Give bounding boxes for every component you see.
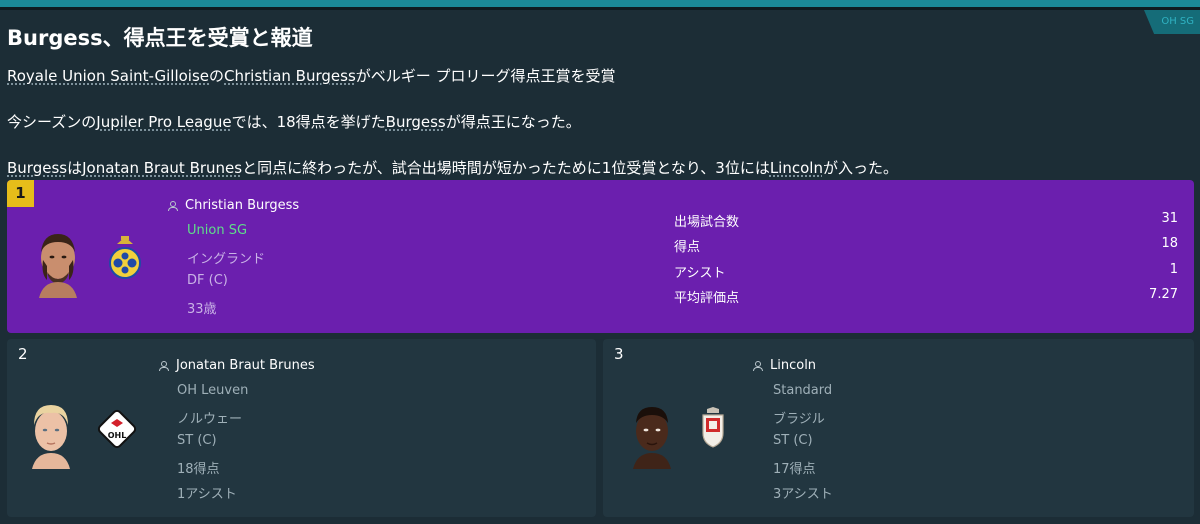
runner-up-nationality: ブラジル xyxy=(773,412,825,427)
news-text: では、18得点を挙げた xyxy=(231,113,386,131)
corner-tab[interactable]: OH SG xyxy=(1144,10,1200,34)
player-portrait xyxy=(633,407,671,469)
news-text: の xyxy=(209,67,225,85)
news-line-2: 今シーズンのJupiler Pro Leagueでは、18得点を挙げたBurge… xyxy=(7,111,581,132)
news-line-3: BurgessはJonatan Braut Brunesと同点に終わったが、試合… xyxy=(7,157,898,178)
news-link[interactable]: Lincoln xyxy=(770,159,823,177)
club-crest-union-sg xyxy=(109,236,141,279)
runner-up-assists: 3アシスト xyxy=(773,487,833,502)
runner-up-goals: 17得点 xyxy=(773,462,816,477)
news-link[interactable]: Jonatan Braut Brunes xyxy=(82,159,242,177)
club-crest-oh-leuven: OHL xyxy=(97,409,137,449)
news-link[interactable]: Royale Union Saint-Gilloise xyxy=(7,67,209,85)
runner-up-name[interactable]: Jonatan Braut Brunes xyxy=(159,358,315,373)
rank-badge: 1 xyxy=(7,180,34,207)
news-text: がベルギー プロリーグ得点王賞を受賞 xyxy=(355,67,616,85)
stat-label-apps: 出場試合数 xyxy=(674,215,740,230)
club-crest-standard xyxy=(702,407,724,448)
stat-label-rating: 平均評価点 xyxy=(674,291,740,306)
runner-up-club[interactable]: OH Leuven xyxy=(177,383,248,398)
news-link[interactable]: Jupiler Pro League xyxy=(96,113,231,131)
winner-club[interactable]: Union SG xyxy=(187,223,247,238)
runner-up-name-text[interactable]: Lincoln xyxy=(770,358,816,373)
runner-up-position: ST (C) xyxy=(773,433,813,448)
stat-label-goals: 得点 xyxy=(674,240,701,255)
runner-up-club[interactable]: Standard xyxy=(773,383,832,398)
winner-nationality: イングランド xyxy=(187,252,266,267)
winner-age: 33歳 xyxy=(187,302,217,317)
runner-up-card-3[interactable]: 3 Lincoln Standard ブラジル ST (C) 17得点 3アシス… xyxy=(603,339,1194,517)
news-text: と同点に終わったが、試合出場時間が短かったために1位受賞となり、3位には xyxy=(242,159,770,177)
winner-name[interactable]: Christian Burgess xyxy=(168,198,299,213)
news-text: 今シーズンの xyxy=(7,113,97,131)
news-text: が入った。 xyxy=(822,159,898,177)
runner-up-name[interactable]: Lincoln xyxy=(753,358,816,373)
top-accent-bar xyxy=(0,0,1200,7)
stat-value-rating: 7.27 xyxy=(1149,287,1178,302)
runner-up-goals: 18得点 xyxy=(177,462,220,477)
runner-up-name-text[interactable]: Jonatan Braut Brunes xyxy=(176,358,315,373)
rank-number: 2 xyxy=(18,345,28,363)
stat-label-assists: アシスト xyxy=(674,266,726,281)
rank-number: 3 xyxy=(614,345,624,363)
news-line-1: Royale Union Saint-GilloiseのChristian Bu… xyxy=(7,65,616,86)
runner-up-assists: 1アシスト xyxy=(177,487,237,502)
person-icon xyxy=(753,360,763,371)
news-text: は xyxy=(67,159,83,177)
top-accent-shadow xyxy=(0,7,1200,10)
runner-up-nationality: ノルウェー xyxy=(177,412,243,427)
runner-up-card-2[interactable]: 2 OHL Jonatan Braut Brunes OH Leuven ノルウ… xyxy=(7,339,596,517)
player-portrait xyxy=(39,234,77,298)
news-link[interactable]: Christian Burgess xyxy=(224,67,356,85)
person-icon xyxy=(168,200,178,211)
winner-position: DF (C) xyxy=(187,273,228,288)
svg-text:OHL: OHL xyxy=(108,431,127,440)
news-link[interactable]: Burgess xyxy=(7,159,67,177)
winner-card[interactable]: 1 Christian Burgess Union SG イングランド DF (… xyxy=(7,180,1194,333)
news-link[interactable]: Burgess xyxy=(386,113,446,131)
runner-up-position: ST (C) xyxy=(177,433,217,448)
person-icon xyxy=(159,360,169,371)
news-text: が得点王になった。 xyxy=(445,113,581,131)
winner-name-text[interactable]: Christian Burgess xyxy=(185,198,299,213)
player-portrait xyxy=(32,405,70,469)
news-headline: Burgess、得点王を受賞と報道 xyxy=(7,26,313,50)
stat-value-goals: 18 xyxy=(1161,236,1178,251)
stat-value-assists: 1 xyxy=(1169,262,1178,277)
stat-value-apps: 31 xyxy=(1161,211,1178,226)
